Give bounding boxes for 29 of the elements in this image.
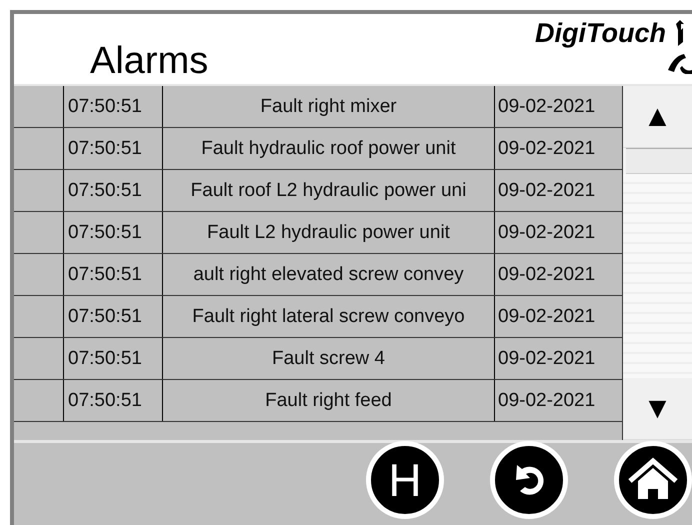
alarm-text-cell: Fault right feed bbox=[163, 380, 495, 421]
date-cell-text: 09-02-2021 bbox=[497, 347, 596, 371]
scrollbar-thumb[interactable] bbox=[626, 148, 692, 174]
h-button[interactable]: H bbox=[366, 441, 444, 519]
date-cell-text: 09-02-2021 bbox=[497, 389, 596, 413]
alarm-text-cell: Fault screw 4 bbox=[163, 338, 495, 379]
time-cell: 07:50:51 bbox=[64, 296, 163, 337]
time-cell: 07:50:51 bbox=[64, 128, 163, 169]
logo-figure-icon bbox=[666, 20, 692, 74]
alarm-text-cell: Fault right lateral screw conveyo bbox=[163, 296, 495, 337]
alarm-text-cell: ault right elevated screw convey bbox=[163, 254, 495, 295]
date-cell-text: 09-02-2021 bbox=[497, 263, 596, 287]
time-cell: 07:50:51 bbox=[64, 380, 163, 421]
alarm-text-cell: Fault right mixer bbox=[163, 86, 495, 127]
logo-text: DigiTouch bbox=[535, 20, 666, 47]
time-cell: 07:50:51 bbox=[64, 254, 163, 295]
date-cell-text: 09-02-2021 bbox=[497, 305, 596, 329]
date-cell-text: 09-02-2021 bbox=[497, 137, 596, 161]
time-cell: 07:50:51 bbox=[64, 170, 163, 211]
time-cell: 07:50:51 bbox=[64, 338, 163, 379]
time-cell: 07:50:51 bbox=[64, 86, 163, 127]
date-cell-text: 09-02-2021 bbox=[497, 179, 596, 203]
date-cell-text: 09-02-2021 bbox=[497, 95, 596, 119]
time-cell: 07:50:51 bbox=[64, 212, 163, 253]
alarm-text-cell: Fault hydraulic roof power unit bbox=[163, 128, 495, 169]
alarm-text-cell: Fault L2 hydraulic power unit bbox=[163, 212, 495, 253]
page-title: Alarms bbox=[90, 42, 208, 80]
date-cell-text: 09-02-2021 bbox=[497, 221, 596, 245]
alarm-text-cell: Fault roof L2 hydraulic power uni bbox=[163, 170, 495, 211]
